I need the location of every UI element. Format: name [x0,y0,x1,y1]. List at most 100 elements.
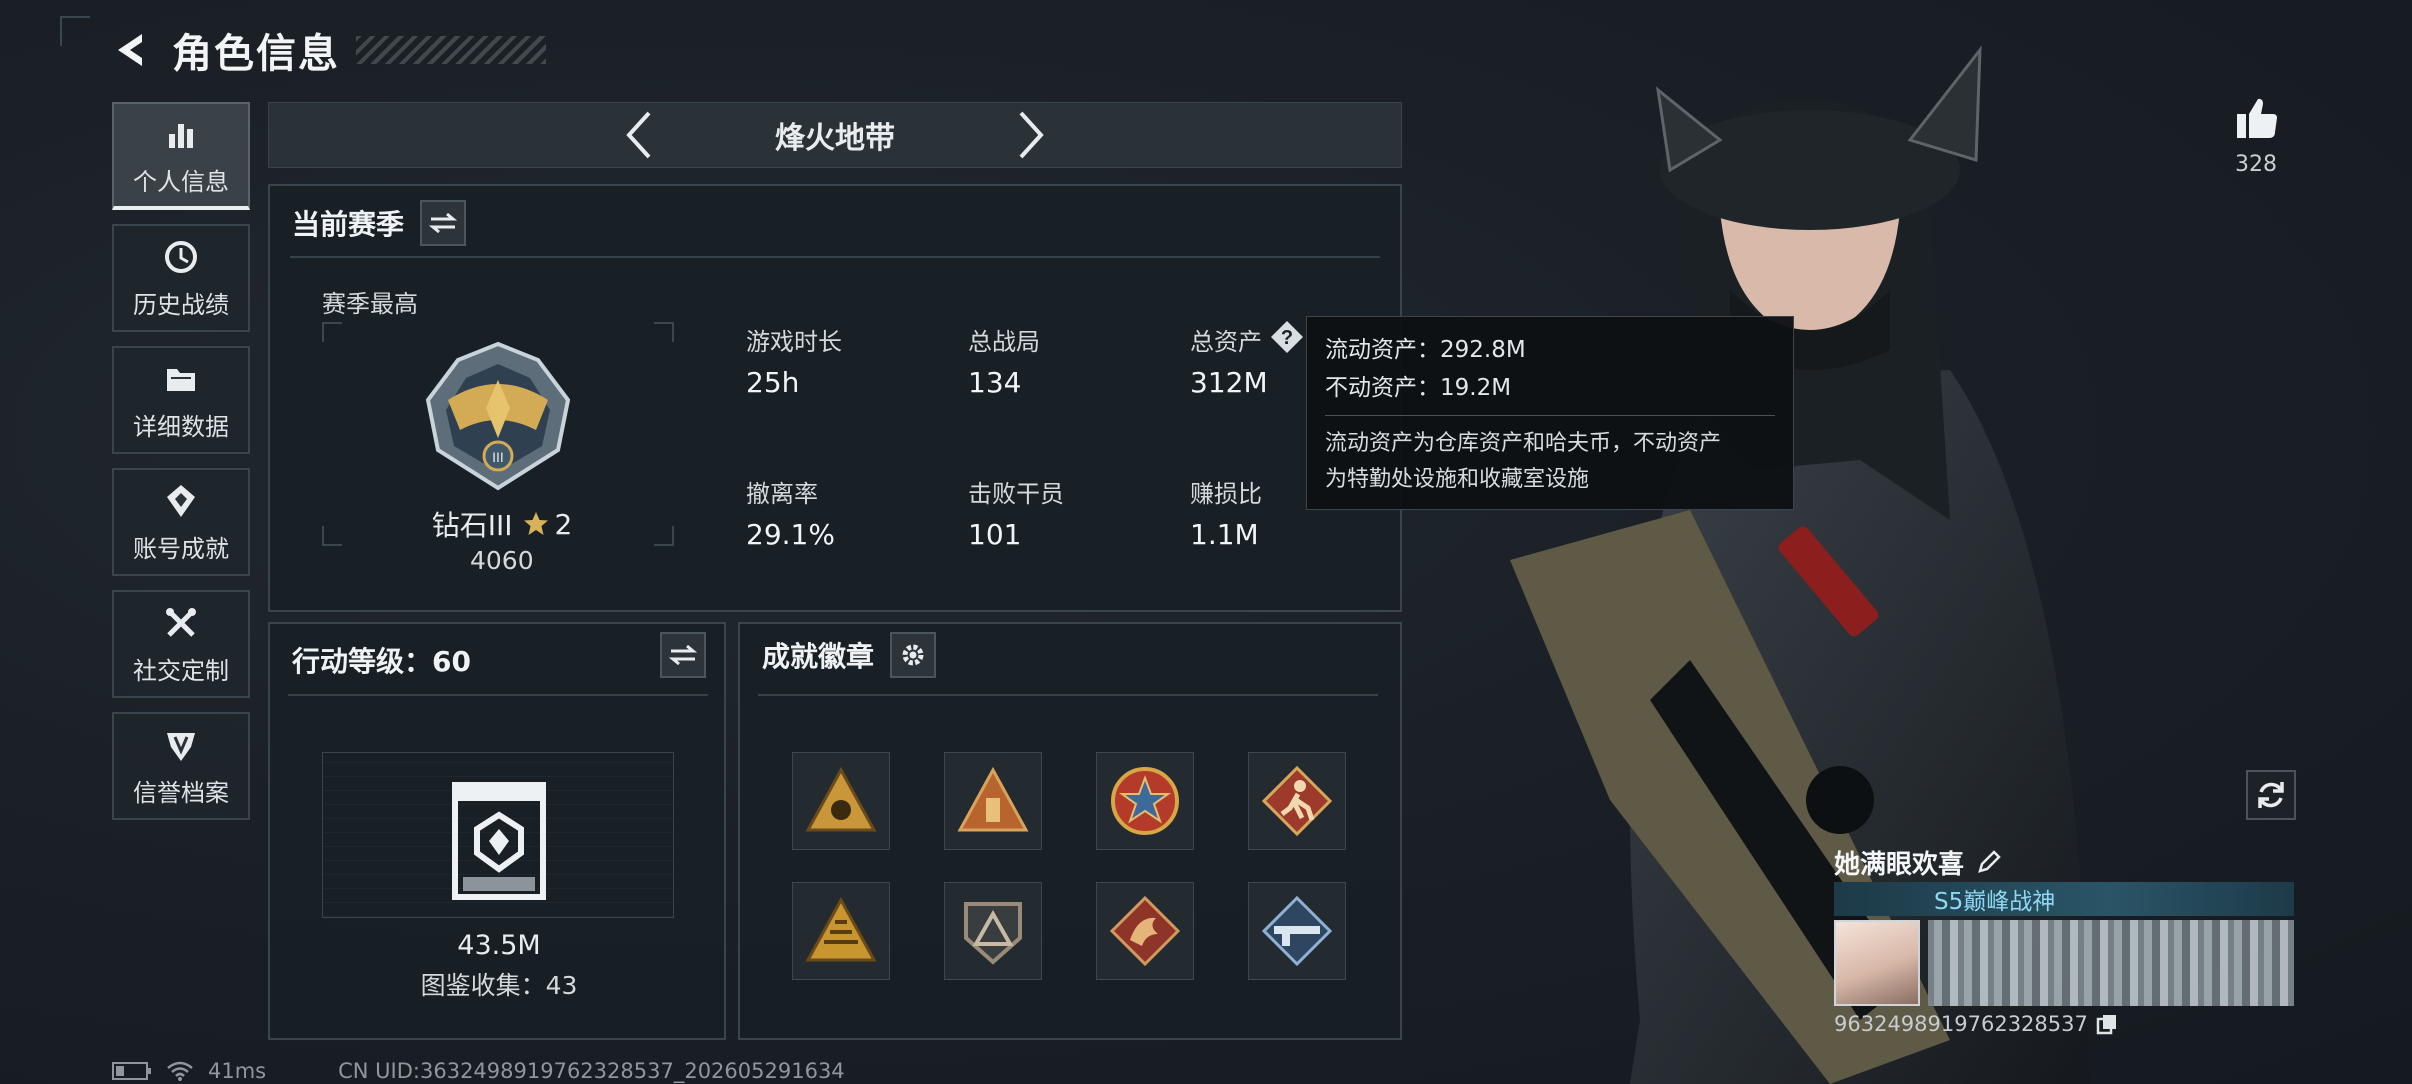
divider [758,694,1378,696]
corner-decoration [60,16,90,46]
battery-icon [112,1062,151,1080]
dragon-icon [1109,895,1181,967]
banner-art [1928,920,2294,1006]
stat-label-playtime: 游戏时长 [746,328,842,356]
folder-icon [167,368,195,391]
help-icon[interactable]: ? [1270,320,1304,354]
chevron-right-icon[interactable] [1015,109,1047,161]
sidebar-item-credit[interactable]: 信誉档案 [112,712,250,820]
tools-icon [166,607,196,637]
frame-corner [322,322,342,342]
achievement-badge[interactable] [1096,882,1194,980]
achievement-badge[interactable] [944,882,1042,980]
achievement-panel: 成就徽章 [738,622,1402,1040]
collection-card[interactable] [322,752,674,918]
stat-value-playtime: 25h [746,366,800,399]
runner-icon [1261,765,1333,837]
sidebar-item-personal-info[interactable]: 个人信息 [112,102,250,210]
sidebar-item-detailed-data[interactable]: 详细数据 [112,346,250,454]
tooltip-fixed-assets: 不动资产：19.2M [1325,375,1512,401]
season-switch-button[interactable] [420,200,467,246]
edit-pencil-icon[interactable] [1976,849,2002,875]
svg-text:III: III [492,449,504,465]
title-stripes [356,36,546,64]
credit-icon [167,732,195,761]
like-count: 328 [2235,152,2277,177]
refresh-button[interactable] [2246,770,2296,820]
status-bar: 41ms CN UID:3632498919762328537_20260529… [112,1058,845,1084]
assets-tooltip: 流动资产：292.8M 不动资产：19.2M 流动资产为仓库资产和哈夫币，不动资… [1306,316,1794,510]
rank-name: 钻石III [431,509,513,542]
like-area[interactable]: 328 [2226,96,2286,177]
stat-value-kills: 101 [968,518,1022,551]
star-shield-icon [1111,767,1179,835]
thumbs-up-icon [2237,98,2277,138]
history-icon [165,240,197,273]
diamond-rank-emblem-icon: III [425,341,571,491]
achievement-badge[interactable] [1248,882,1346,980]
swap-icon [669,644,697,666]
player-rank: S5巅峰战神 [1934,889,2056,915]
season-best-label: 赛季最高 [322,290,418,318]
rifle-icon [1261,895,1333,967]
level-switch-button[interactable] [660,632,706,678]
player-uid-row: 9632498919762328537 [1834,1012,2294,1036]
player-name: 她满眼欢喜 [1834,849,1965,880]
frame-corner [654,322,674,342]
cn-uid: CN UID:3632498919762328537_202605291634 [338,1059,845,1083]
wifi-icon [167,1061,193,1081]
achievement-settings-button[interactable] [890,632,937,678]
swap-icon [429,212,458,234]
player-uid: 9632498919762328537 [1834,1012,2088,1036]
player-rank-bar: S5巅峰战神 [1834,882,2294,916]
stat-value-matches: 134 [968,366,1022,399]
collection-case-icon [452,782,546,900]
achievement-title: 成就徽章 [762,640,875,673]
achievement-badge[interactable] [944,752,1042,850]
stat-label-profit-ratio: 赚损比 [1190,480,1262,508]
sidebar-item-history[interactable]: 历史战绩 [112,224,250,332]
sidebar-item-label: 信誉档案 [133,778,229,807]
season-header: 当前赛季 [292,200,467,246]
achievement-badge[interactable] [792,752,890,850]
tooltip-divider [1325,415,1775,416]
sidebar-item-label: 历史战绩 [133,290,229,319]
page-title: 角色信息 [172,31,340,77]
sidebar-item-social[interactable]: 社交定制 [112,590,250,698]
triangle-tower-icon [957,766,1029,832]
tooltip-description-line-2: 为特勤处设施和收藏室设施 [1325,467,1590,492]
stat-label-total-assets: 总资产 [1190,328,1262,356]
divider [288,694,708,696]
avatar[interactable] [1834,920,1920,1006]
tooltip-liquid-assets: 流动资产：292.8M [1325,337,1526,363]
achievement-badge[interactable] [1248,752,1346,850]
sidebar-item-label: 个人信息 [133,167,229,196]
mode-selector: 烽火地带 [268,102,1402,168]
achievement-badge[interactable] [1096,752,1194,850]
collection-count: 图鉴收集：43 [420,971,578,1000]
chevron-left-icon[interactable] [623,109,655,161]
copy-icon[interactable] [2096,1013,2118,1035]
sidebar-item-label: 账号成就 [133,534,229,563]
page-header: 角色信息 [110,22,546,78]
frame-corner [654,526,674,546]
action-level-title: 行动等级：60 [292,645,471,678]
sidebar-item-achievements[interactable]: 账号成就 [112,468,250,576]
back-arrow-icon[interactable] [110,28,154,72]
achievement-header: 成就徽章 [762,632,937,678]
sidebar-item-label: 社交定制 [133,656,229,685]
achievement-badge[interactable] [792,882,890,980]
star-icon [524,512,549,535]
player-banner [1834,920,2294,1006]
pyramid-icon [805,896,877,962]
achievement-icon [167,484,195,517]
action-level-panel: 行动等级：60 43.5M 图鉴收集：43 [268,622,726,1040]
mode-label: 烽火地带 [775,121,895,156]
sidebar: 个人信息 历史战绩 详细数据 账号成就 社交定制 信誉档案 [112,102,250,834]
ping-value: 41ms [208,1059,267,1083]
rank-line: 钻石III 2 [422,504,582,544]
refresh-icon [2258,782,2284,808]
tooltip-description-line-1: 流动资产为仓库资产和哈夫币，不动资产 [1325,431,1722,456]
sidebar-item-label: 详细数据 [133,412,229,441]
shield-triangle-icon [964,902,1022,965]
